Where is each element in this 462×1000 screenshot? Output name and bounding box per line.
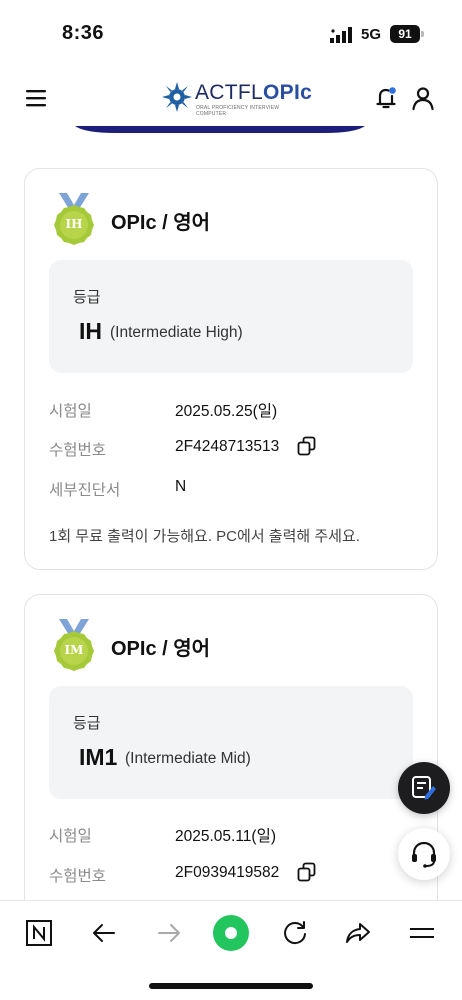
- forward-arrow-icon[interactable]: [155, 919, 183, 947]
- write-button[interactable]: [398, 762, 450, 814]
- home-indicator: [149, 983, 313, 989]
- status-bar: 8:36 5G 91: [0, 0, 462, 64]
- network-label: 5G: [361, 26, 382, 43]
- grade-medal-icon: IM: [51, 619, 97, 673]
- back-arrow-icon[interactable]: [90, 919, 118, 947]
- medal-label: IH: [65, 217, 83, 231]
- customer-support-button[interactable]: [398, 828, 450, 880]
- grade-label: 등급: [73, 289, 101, 306]
- test-date-label: 시험일: [49, 403, 92, 420]
- edit-note-icon: [412, 776, 436, 800]
- battery-icon: 91: [390, 25, 426, 43]
- reload-icon[interactable]: [281, 919, 309, 947]
- copy-icon[interactable]: [297, 436, 317, 456]
- user-icon[interactable]: [410, 85, 436, 111]
- grade-code: IH: [79, 318, 102, 344]
- detail-report-label: 세부진단서: [49, 482, 121, 499]
- app-header: ACTFLOPIc ORAL PROFICIENCY INTERVIEW COM…: [0, 64, 462, 134]
- grade-medal-icon: IH: [51, 193, 97, 247]
- battery-level: 91: [390, 25, 420, 43]
- exam-number-label: 수험번호: [49, 442, 107, 459]
- test-date-value: 2025.05.25(일): [175, 403, 278, 420]
- grade-description: (Intermediate Mid): [125, 750, 251, 767]
- share-icon[interactable]: [344, 919, 372, 947]
- logo-text: ACTFLOPIc: [195, 81, 313, 104]
- card-title: OPIc / 영어: [111, 638, 211, 660]
- grade-label: 등급: [73, 715, 101, 732]
- grade-box: 등급 IH (Intermediate High): [49, 260, 413, 373]
- score-card[interactable]: IM OPIc / 영어 등급 IM1 (Intermediate Mid) 시…: [24, 594, 438, 924]
- grade-box: 등급 IM1 (Intermediate Mid): [49, 686, 413, 799]
- logo-subtitle: ORAL PROFICIENCY INTERVIEW COMPUTER: [196, 105, 280, 117]
- score-card[interactable]: IH OPIc / 영어 등급 IH (Intermediate High) 시…: [24, 168, 438, 570]
- home-dot-icon[interactable]: [212, 914, 250, 952]
- grade-description: (Intermediate High): [110, 324, 243, 341]
- naver-n-icon[interactable]: [25, 919, 53, 947]
- status-time: 8:36: [62, 22, 105, 44]
- exam-number-value: 2F0939419582: [175, 864, 280, 881]
- notification-bell-icon[interactable]: [373, 85, 399, 111]
- card-title: OPIc / 영어: [111, 212, 211, 234]
- grade-code: IM1: [79, 744, 118, 770]
- headset-icon: [412, 841, 436, 868]
- hamburger-icon[interactable]: [408, 919, 436, 947]
- menu-icon[interactable]: [26, 88, 48, 108]
- actfl-opic-logo[interactable]: ACTFLOPIc ORAL PROFICIENCY INTERVIEW COM…: [162, 80, 312, 120]
- test-date-label: 시험일: [49, 828, 92, 845]
- test-date-value: 2025.05.11(일): [175, 828, 277, 845]
- print-note: 1회 무료 출력이 가능해요. PC에서 출력해 주세요.: [49, 528, 360, 545]
- medal-label: IM: [64, 643, 84, 657]
- exam-number-value: 2F4248713513: [175, 438, 280, 455]
- banner-edge: [75, 126, 365, 133]
- exam-number-label: 수험번호: [49, 868, 107, 885]
- logo-mark-icon: [162, 82, 192, 112]
- copy-icon[interactable]: [297, 862, 317, 882]
- detail-report-value: N: [175, 478, 187, 495]
- signal-icon: [330, 27, 352, 43]
